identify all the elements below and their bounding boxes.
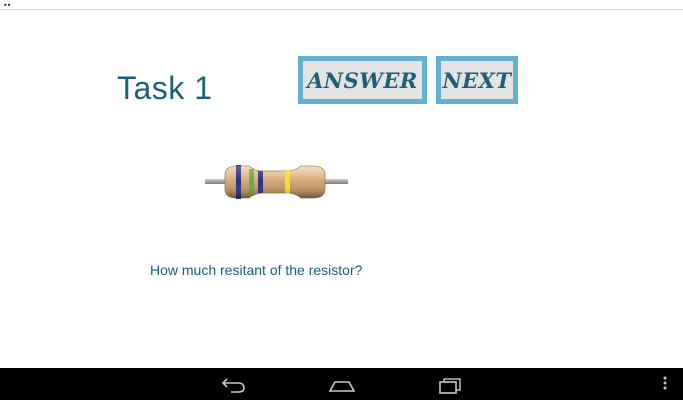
resistor-lead-right <box>323 179 348 184</box>
resistor-lead-left <box>205 179 227 184</box>
app-screen: •• Task 1 ANSWER NEXT How much resitant … <box>0 0 683 400</box>
back-icon[interactable] <box>221 374 247 394</box>
home-icon[interactable] <box>328 374 356 394</box>
notification-indicator: •• <box>3 1 12 10</box>
question-text: How much resitant of the resistor? <box>150 262 363 278</box>
next-button[interactable]: NEXT <box>436 56 518 104</box>
page-title: Task 1 <box>117 70 213 106</box>
menu-icon[interactable] <box>660 374 670 394</box>
status-bar: •• <box>0 0 683 10</box>
resistor-image <box>205 165 348 199</box>
answer-button[interactable]: ANSWER <box>298 56 427 104</box>
system-nav-bar <box>0 368 683 400</box>
recents-icon[interactable] <box>438 374 464 394</box>
